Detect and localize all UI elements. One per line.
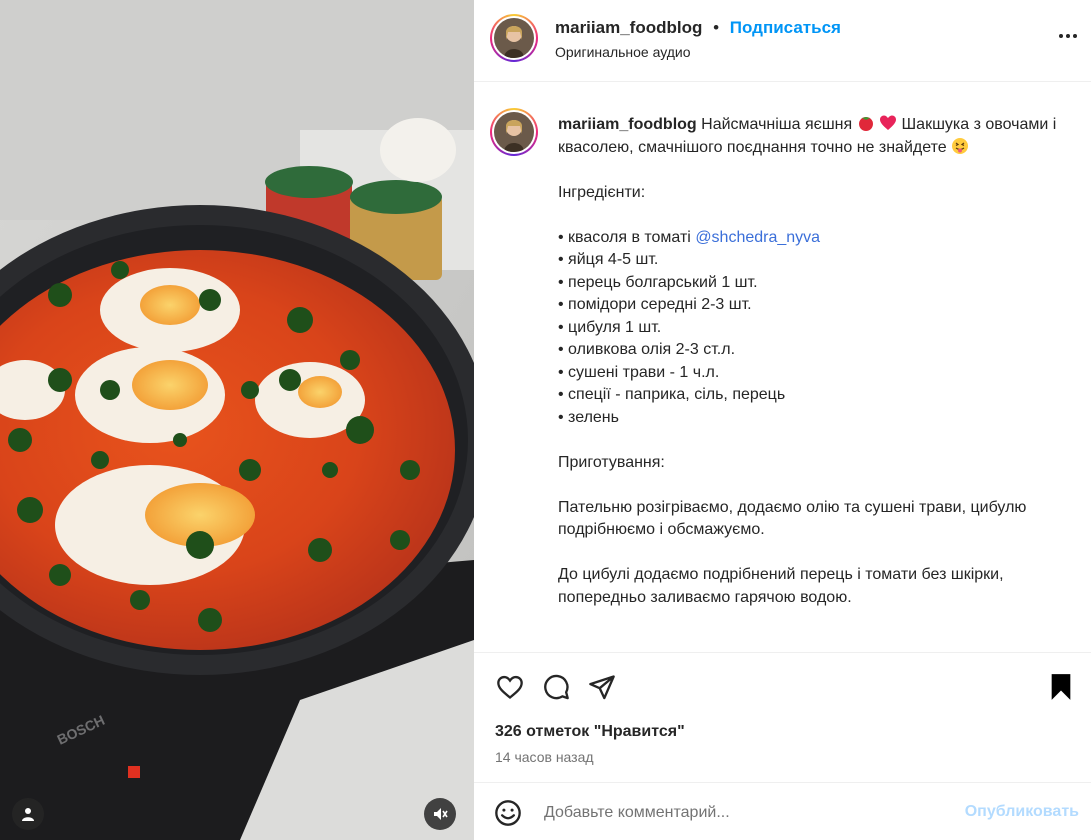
separator-dot: • — [713, 18, 720, 37]
ingredient-item: • помідори середні 2-3 шт. — [558, 296, 752, 313]
ingredient-item: • оливкова олія 2-3 ст.л. — [558, 341, 736, 358]
post-side-panel: mariiam_foodblog • Подписаться Оригиналь… — [474, 0, 1091, 840]
post-caption: mariiam_foodblog Найсмачніша яєшня Шакшу… — [474, 82, 1091, 652]
caption-username[interactable]: mariiam_foodblog — [558, 116, 697, 133]
ingredient-item: • зелень — [558, 408, 619, 426]
publish-button[interactable]: Опубликовать — [965, 803, 1079, 821]
comment-button[interactable] — [540, 671, 572, 703]
bookmark-filled-icon — [1051, 674, 1071, 700]
original-audio-link[interactable]: Оригинальное аудио — [555, 44, 691, 60]
shakshuka-video-frame: BOSCH — [0, 0, 474, 840]
avatar-image — [494, 18, 534, 58]
ingredient-item: • перець болгарський 1 шт. — [558, 273, 758, 291]
ingredient-item: • яйця 4-5 шт. — [558, 251, 659, 268]
face-tongue-emoji-icon — [952, 137, 969, 154]
heart-emoji-icon — [880, 115, 897, 130]
save-button[interactable] — [1045, 671, 1077, 703]
mention-link[interactable]: @shchedra_nyva — [695, 229, 820, 246]
avatar-image — [494, 112, 534, 152]
more-options-icon[interactable] — [1059, 34, 1077, 38]
paper-plane-icon — [589, 675, 615, 700]
heart-icon — [497, 675, 523, 699]
header-title-line: mariiam_foodblog • Подписаться — [555, 18, 841, 38]
avatar[interactable] — [490, 14, 538, 62]
post-media-video[interactable]: BOSCH — [0, 0, 474, 840]
post-actions: 326 отметок "Нравится" 14 часов назад — [474, 652, 1091, 782]
speaker-muted-icon — [434, 808, 448, 820]
preparation-step: До цибулі додаємо подрібнений перець і т… — [558, 566, 1004, 606]
comment-bar: Опубликовать — [474, 782, 1091, 840]
mute-button[interactable] — [424, 798, 456, 830]
share-button[interactable] — [586, 671, 618, 703]
caption-avatar[interactable] — [490, 108, 538, 156]
preparation-step: Пательню розігріваємо, додаємо олію та с… — [558, 498, 1027, 539]
user-icon — [22, 808, 34, 821]
comment-bubble-icon — [544, 674, 569, 700]
caption-line1: Найсмачніша яєшня — [701, 116, 853, 133]
tagged-users-button[interactable] — [12, 798, 44, 830]
follow-button[interactable]: Подписаться — [730, 18, 841, 37]
preparation-title: Приготування: — [558, 453, 665, 471]
caption-text: mariiam_foodblog Найсмачніша яєшня Шакшу… — [558, 114, 1073, 609]
tomato-emoji-icon — [858, 117, 873, 131]
post-timestamp[interactable]: 14 часов назад — [495, 749, 594, 765]
ingredient-item: • сушені трави - 1 ч.л. — [558, 363, 720, 381]
post-header: mariiam_foodblog • Подписаться Оригиналь… — [474, 0, 1091, 82]
like-button[interactable] — [494, 671, 526, 703]
emoji-button[interactable] — [494, 799, 522, 827]
comment-input[interactable] — [544, 801, 944, 825]
smiley-icon — [495, 800, 521, 826]
likes-count[interactable]: 326 отметок "Нравится" — [495, 723, 685, 741]
ingredients-title: Інгредієнти: — [558, 183, 646, 201]
ingredient-item: • цибуля 1 шт. — [558, 318, 662, 336]
ingredient-item: • квасоля в томаті — [558, 228, 691, 246]
header-username[interactable]: mariiam_foodblog — [555, 18, 702, 37]
ingredient-item: • спеції - паприка, сіль, перець — [558, 386, 786, 403]
